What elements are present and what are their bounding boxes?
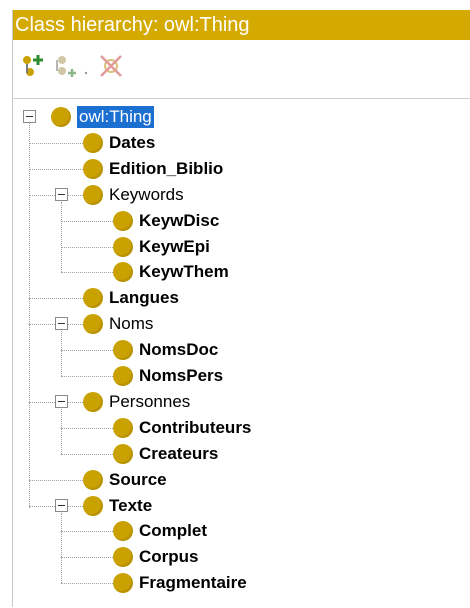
- tree-node-keywepi[interactable]: KeywEpi: [139, 236, 210, 258]
- tree-connector: [61, 220, 113, 222]
- tree-node-corpus[interactable]: Corpus: [139, 546, 199, 568]
- tree-node-contributeurs[interactable]: Contributeurs: [139, 417, 251, 439]
- class-icon: [113, 417, 133, 438]
- tree-connector: [29, 142, 83, 144]
- tree-connector: [61, 427, 113, 429]
- class-icon: [83, 314, 103, 335]
- tree-node-texte[interactable]: Texte: [109, 495, 152, 517]
- tree-connector: [29, 479, 83, 481]
- class-icon: [83, 158, 103, 179]
- class-icon: [113, 340, 133, 361]
- tree-connector: [61, 453, 113, 455]
- tree-connector: [61, 331, 62, 376]
- tree-connector: [61, 201, 62, 273]
- panel-title: Class hierarchy: owl:Thing: [13, 10, 470, 40]
- tree-connector: [61, 350, 113, 352]
- toolbar: [13, 40, 470, 98]
- class-icon: [113, 236, 133, 257]
- class-icon: [113, 573, 133, 594]
- tree-connector: [61, 246, 113, 248]
- tree-connector: [61, 531, 113, 533]
- separator-dot-icon: [84, 71, 88, 75]
- class-icon: [113, 366, 133, 386]
- class-icon: [83, 469, 103, 490]
- tree-node-dates[interactable]: Dates: [109, 132, 155, 154]
- tree-connector: [61, 512, 62, 584]
- tree-connector: [29, 123, 30, 508]
- class-icon: [83, 132, 103, 153]
- tree-node-keywthem[interactable]: KeywThem: [139, 261, 229, 283]
- tree-node-nomsdoc[interactable]: NomsDoc: [139, 339, 218, 361]
- class-icon: [83, 495, 103, 516]
- tree-node-nomspers[interactable]: NomsPers: [139, 365, 223, 387]
- tree-connector: [61, 583, 113, 585]
- tree-node-langues[interactable]: Langues: [109, 287, 179, 309]
- add-sibling-icon: [56, 56, 76, 77]
- class-tree: owl:Thing Dates Edition_Biblio Keywords Keyw…: [13, 99, 470, 608]
- collapse-toggle-icon[interactable]: [55, 187, 68, 201]
- class-icon: [113, 443, 133, 464]
- tree-node-edition-biblio[interactable]: Edition_Biblio: [109, 158, 223, 180]
- delete-class-button[interactable]: [97, 52, 125, 80]
- tree-node-fragmentaire[interactable]: Fragmentaire: [139, 572, 247, 594]
- class-icon: [113, 262, 133, 283]
- collapse-toggle-icon[interactable]: [55, 498, 68, 512]
- tree-connector: [61, 272, 113, 274]
- tree-connector: [29, 298, 83, 300]
- class-icon: [83, 391, 103, 412]
- class-icon: [113, 210, 133, 231]
- tree-node-source[interactable]: Source: [109, 469, 167, 491]
- add-subclass-icon: [23, 55, 43, 76]
- tree-node-owl-thing[interactable]: owl:Thing: [77, 106, 154, 128]
- add-subclass-button[interactable]: [19, 52, 47, 80]
- class-icon: [113, 521, 133, 542]
- tree-node-noms[interactable]: Noms: [109, 313, 153, 335]
- class-icon: [83, 288, 103, 309]
- tree-connector: [61, 408, 62, 454]
- collapse-toggle-icon[interactable]: [23, 110, 36, 123]
- add-sibling-button[interactable]: [53, 52, 81, 80]
- tree-node-createurs[interactable]: Createurs: [139, 443, 218, 465]
- toolbar-separator: [81, 52, 91, 80]
- class-icon: [51, 107, 71, 127]
- collapse-toggle-icon[interactable]: [55, 317, 68, 331]
- tree-connector: [61, 557, 113, 559]
- collapse-toggle-icon[interactable]: [55, 394, 68, 408]
- class-icon: [113, 547, 133, 568]
- tree-connector: [61, 376, 113, 377]
- class-icon: [83, 184, 103, 205]
- tree-node-keywdisc[interactable]: KeywDisc: [139, 210, 219, 232]
- class-hierarchy-panel: Class hierarchy: owl:Thing owl:Thing Dat…: [12, 10, 470, 607]
- class-tree-container[interactable]: owl:Thing Dates Edition_Biblio Keywords Keyw…: [13, 98, 470, 608]
- tree-node-keywords[interactable]: Keywords: [109, 184, 184, 206]
- tree-connector: [29, 168, 83, 170]
- tree-node-personnes[interactable]: Personnes: [109, 391, 190, 413]
- delete-class-icon: [100, 55, 122, 77]
- tree-node-complet[interactable]: Complet: [139, 520, 207, 542]
